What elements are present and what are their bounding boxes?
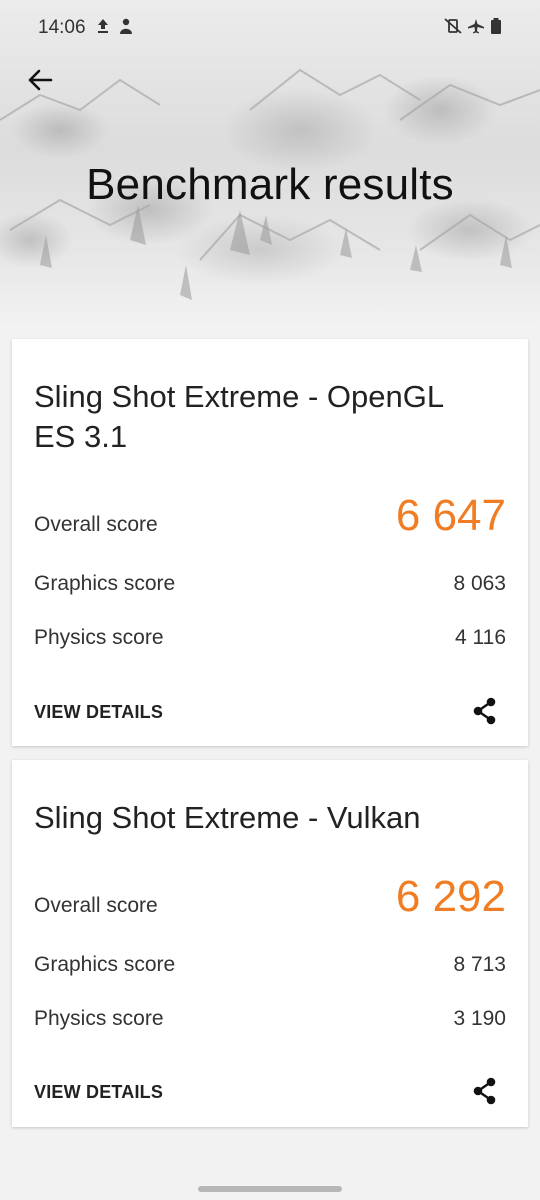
graphics-score-value: 8 713 <box>453 953 506 976</box>
arrow-left-icon <box>28 69 53 91</box>
result-card-vulkan: Sling Shot Extreme - Vulkan Overall scor… <box>12 760 528 1127</box>
upload-icon <box>98 19 108 33</box>
view-details-button[interactable]: VIEW DETAILS <box>34 702 163 723</box>
overall-score-value: 6 647 <box>395 491 506 540</box>
overall-score-label: Overall score <box>34 894 158 917</box>
airplane-icon <box>468 19 484 34</box>
graphics-score-label: Graphics score <box>34 572 176 595</box>
battery-icon <box>491 18 501 34</box>
page-title: Benchmark results <box>86 160 454 209</box>
physics-score-value: 3 190 <box>453 1007 506 1030</box>
share-icon <box>473 697 496 725</box>
share-icon <box>473 1077 496 1105</box>
status-bar: 14:06 <box>0 0 540 56</box>
person-notification-icon <box>120 18 132 34</box>
physics-score-label: Physics score <box>34 1007 164 1030</box>
status-time: 14:06 <box>38 17 86 38</box>
physics-score-label: Physics score <box>34 626 164 649</box>
result-card-opengl: Sling Shot Extreme - OpenGL ES 3.1 Overa… <box>12 339 528 746</box>
graphics-score-label: Graphics score <box>34 953 176 976</box>
back-button[interactable] <box>22 62 58 98</box>
header-banner: 14:06 Benchmark results <box>0 0 540 330</box>
card-title: Sling Shot Extreme - Vulkan <box>34 800 421 835</box>
graphics-score-value: 8 063 <box>453 572 506 595</box>
vibrate-off-icon <box>444 18 462 34</box>
view-details-button[interactable]: VIEW DETAILS <box>34 1082 163 1103</box>
share-button[interactable] <box>470 696 500 726</box>
card-title: Sling Shot Extreme - OpenGL ES 3.1 <box>34 379 443 454</box>
overall-score-value: 6 292 <box>395 872 506 921</box>
share-button[interactable] <box>470 1076 500 1106</box>
overall-score-label: Overall score <box>34 513 158 536</box>
gesture-nav-handle[interactable] <box>198 1186 342 1192</box>
physics-score-value: 4 116 <box>455 626 506 649</box>
